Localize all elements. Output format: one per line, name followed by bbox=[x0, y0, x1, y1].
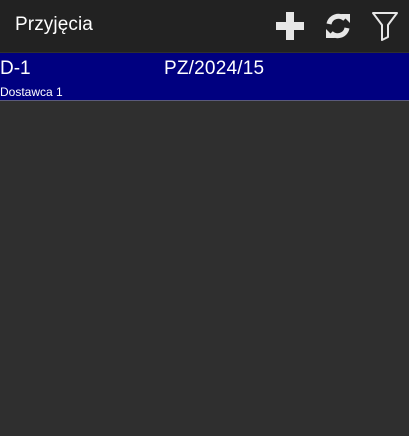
item-document-number: PZ/2024/15 bbox=[164, 58, 265, 79]
filter-button[interactable] bbox=[367, 8, 403, 44]
filter-icon bbox=[372, 12, 398, 41]
page-title: Przyjęcia bbox=[15, 14, 93, 35]
add-button[interactable] bbox=[272, 8, 308, 44]
item-supplier: Dostawca 1 bbox=[0, 85, 63, 99]
refresh-button[interactable] bbox=[320, 8, 356, 44]
item-code: D-1 bbox=[0, 58, 31, 79]
plus-icon bbox=[276, 12, 304, 40]
list-item[interactable]: D-1 PZ/2024/15 Dostawca 1 bbox=[0, 53, 409, 101]
refresh-icon bbox=[326, 13, 350, 39]
document-list: D-1 PZ/2024/15 Dostawca 1 bbox=[0, 53, 409, 101]
app-bar: Przyjęcia bbox=[0, 0, 409, 52]
